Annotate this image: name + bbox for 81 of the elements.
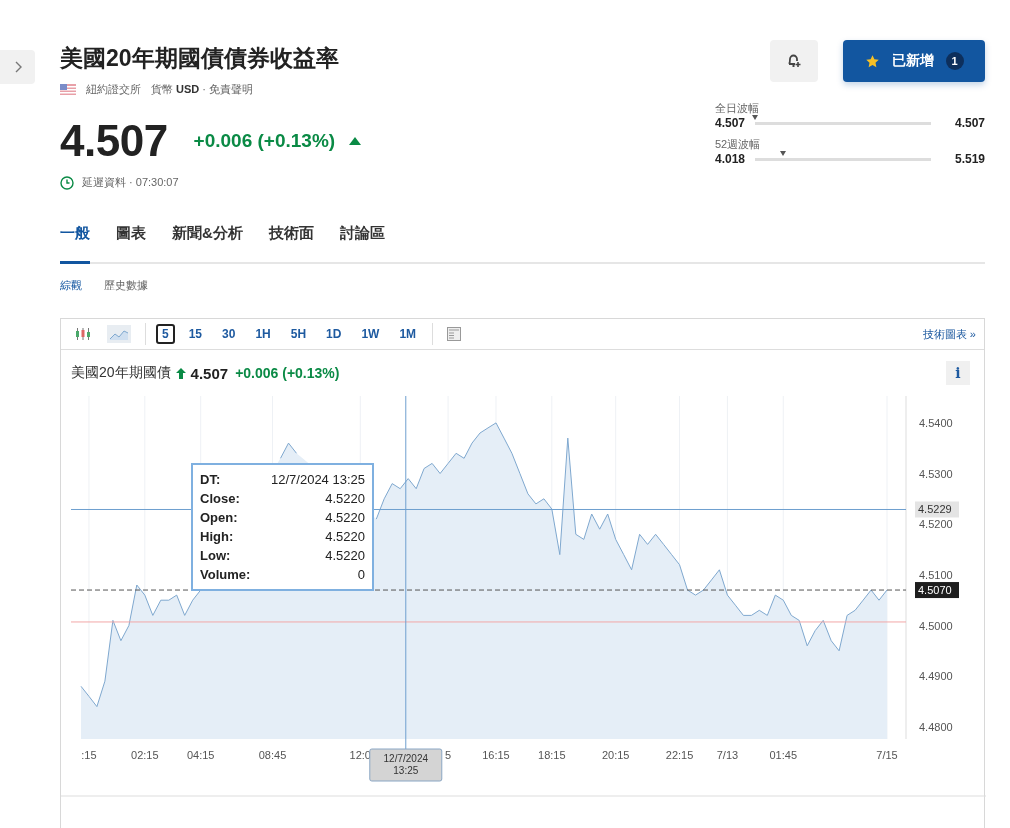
tooltip-value: 4.5220: [325, 528, 365, 546]
interval-button[interactable]: 5: [156, 324, 175, 344]
tooltip-value: 4.5220: [325, 490, 365, 508]
flag-icon: [60, 84, 76, 95]
interval-button[interactable]: 1M: [393, 324, 423, 344]
bell-plus-icon: [786, 53, 802, 69]
tooltip-label: High:: [200, 528, 234, 546]
crosshair-date-label: 12/7/2024 13:25: [369, 748, 443, 782]
price-change: +0.006 (+0.13%): [193, 130, 336, 152]
currency-label: 貨幣 USD · 免責聲明: [151, 82, 254, 97]
axis-label: 4.5000: [919, 619, 953, 632]
axis-label: 18:15: [538, 749, 566, 761]
axis-label: 4.5200: [919, 518, 953, 531]
count-badge: 1: [945, 52, 964, 70]
tooltip-label: Low:: [200, 547, 231, 565]
interval-button[interactable]: 15: [182, 324, 209, 344]
tooltip-label: Open:: [200, 509, 238, 527]
tooltip-label: DT:: [200, 471, 221, 489]
axis-label: :15: [81, 749, 97, 761]
range-title: 全日波幅: [715, 102, 759, 114]
axis-label: 08:45: [258, 749, 287, 761]
ref-line-label: 4.5229: [918, 503, 952, 516]
table-icon: [447, 327, 462, 341]
price: 4.507: [60, 117, 168, 165]
axis-label: 22:15: [665, 749, 694, 761]
axis-label: 20:15: [601, 749, 630, 761]
axis-label: 4.4900: [919, 670, 953, 683]
interval-button[interactable]: 5H: [284, 324, 313, 344]
tooltip-value: 4.5220: [325, 509, 365, 527]
chart-title: 美國20年期國債: [71, 364, 171, 382]
axis-label: 16:15: [482, 749, 510, 761]
watchlist-button[interactable]: 已新增 1: [843, 40, 985, 82]
delay-notice: 延遲資料 · 07:30:07: [82, 175, 179, 190]
tooltip-value: 0: [357, 566, 365, 584]
axis-label: 4.5300: [919, 467, 953, 480]
tab[interactable]: 討論區: [339, 220, 385, 264]
range-low: 4.507: [715, 116, 746, 130]
info-button[interactable]: i: [946, 361, 970, 385]
tooltip-value: 12/7/2024 13:25: [271, 471, 365, 489]
axis-label: 7/13: [716, 749, 739, 761]
subtab[interactable]: 綜觀: [60, 278, 82, 292]
subtab[interactable]: 歷史數據: [104, 278, 148, 292]
interval-button[interactable]: 1D: [320, 324, 348, 344]
axis-label: 4.5100: [919, 568, 953, 581]
ref-line-label: 4.5070: [918, 584, 952, 597]
tooltip-label: Volume:: [200, 566, 251, 584]
axis-label: 4.5400: [919, 416, 953, 429]
interval-button[interactable]: 30: [216, 324, 242, 344]
technical-chart-link[interactable]: 技術圖表 »: [922, 326, 976, 342]
range-low: 4.018: [715, 152, 746, 166]
expand-button[interactable]: [0, 50, 35, 84]
chart-price: 4.507: [190, 364, 229, 382]
axis-label: 7/15: [876, 749, 898, 761]
reference-value-label: 4.5229: [915, 501, 959, 518]
interval-button[interactable]: 1H: [249, 324, 277, 344]
interval-button[interactable]: 1W: [355, 324, 386, 344]
tab[interactable]: 圖表: [116, 220, 146, 264]
tooltip-value: 4.5220: [325, 547, 365, 565]
tooltip-label: Close:: [200, 490, 240, 508]
tab[interactable]: 一般: [60, 220, 90, 264]
exchange-label: 紐約證交所: [86, 82, 141, 97]
axis-label: 01:45: [769, 749, 798, 761]
area-chart-icon: [107, 325, 131, 343]
page-title: 美國20年期國債債券收益率: [60, 44, 340, 73]
add-alert-button[interactable]: [770, 40, 818, 82]
axis-label: 4.4800: [919, 720, 953, 733]
range-high: 5.519: [954, 152, 985, 166]
clock-icon: [60, 175, 74, 190]
axis-label: 5: [445, 749, 452, 761]
axis-label: 04:15: [186, 749, 215, 761]
chevron-right-icon: [13, 61, 22, 73]
star-icon: [864, 53, 880, 69]
tab[interactable]: 新聞&分析: [172, 220, 243, 264]
tab[interactable]: 技術面: [268, 220, 314, 264]
range-title: 52週波幅: [715, 138, 761, 150]
candlestick-icon: [75, 327, 91, 341]
chart-change: +0.006 (+0.13%): [235, 365, 340, 381]
range-high: 4.507: [954, 116, 985, 130]
reference-value-label: 4.5070: [915, 582, 959, 599]
axis-label: 02:15: [131, 749, 159, 761]
axis-label: 12:0: [349, 749, 371, 761]
